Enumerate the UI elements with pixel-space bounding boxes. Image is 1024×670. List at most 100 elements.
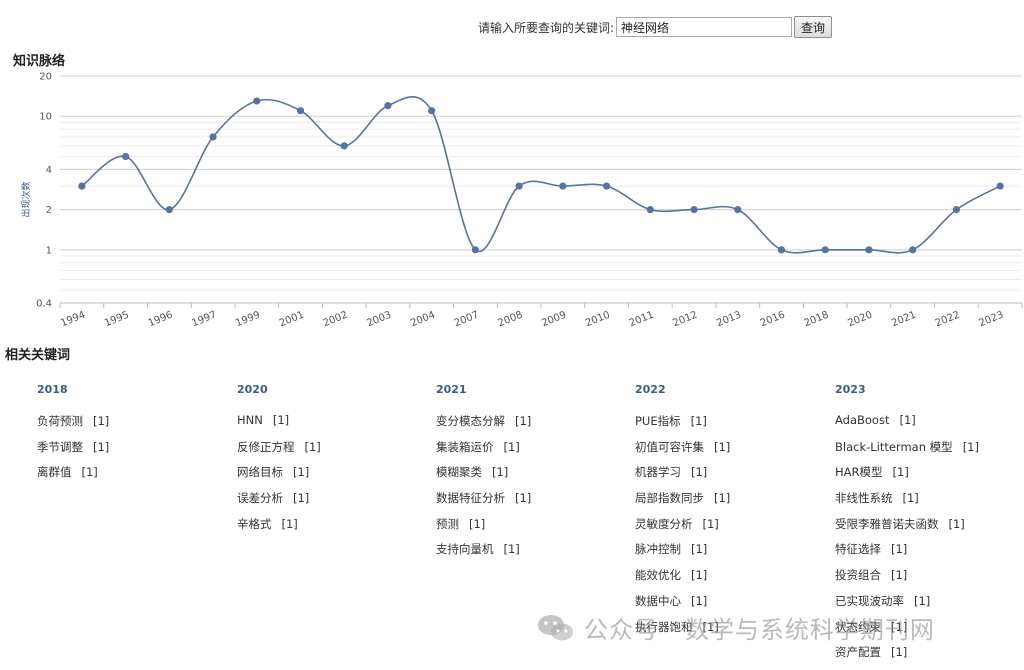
data-point[interactable]	[428, 107, 436, 115]
keyword-term: 辛格式	[237, 516, 272, 531]
data-point[interactable]	[515, 182, 523, 190]
keyword-item[interactable]: 变分模态分解 [1]	[436, 413, 626, 439]
data-point[interactable]	[777, 246, 786, 254]
related-section-title: 相关关键词	[5, 348, 71, 363]
search-label: 请输入所要查询的关键词:	[478, 20, 615, 35]
keyword-term: 特征选择	[835, 542, 881, 557]
keyword-item[interactable]: 反修正方程 [1]	[237, 439, 427, 465]
keyword-year-heading: 2018	[37, 383, 68, 396]
keyword-item[interactable]: HNN [1]	[237, 413, 427, 439]
keyword-item[interactable]: 预测 [1]	[436, 516, 626, 542]
data-point[interactable]	[296, 107, 305, 115]
keyword-column: 2021 变分模态分解 [1] 集装箱运价 [1] 模糊聚类 [1] 数据特征分析 [1] 预测 […	[436, 383, 626, 567]
keyword-count: [1]	[914, 593, 931, 608]
data-point[interactable]	[384, 102, 392, 110]
keyword-item[interactable]: 辛格式 [1]	[237, 516, 427, 542]
keyword-item[interactable]: 误差分析 [1]	[237, 490, 427, 516]
keyword-term: 数据中心	[635, 593, 681, 608]
data-point[interactable]	[602, 182, 611, 190]
data-point[interactable]	[952, 206, 961, 214]
keyword-item[interactable]: 负荷预测 [1]	[37, 413, 227, 439]
x-tick-label: 2007	[453, 310, 481, 330]
keyword-item[interactable]: PUE指标 [1]	[635, 413, 825, 439]
data-point[interactable]	[209, 133, 217, 141]
keyword-item[interactable]: 季节调整 [1]	[37, 439, 227, 465]
data-point[interactable]	[340, 142, 348, 150]
keyword-item[interactable]: 数据特征分析 [1]	[436, 490, 626, 516]
keyword-year-heading: 2021	[436, 383, 467, 396]
search-bar: 请输入所要查询的关键词: 查询	[478, 16, 833, 38]
y-tick-label: 1	[46, 245, 52, 256]
data-point[interactable]	[865, 246, 873, 254]
data-point[interactable]	[559, 182, 567, 190]
x-tick-label: 2001	[278, 310, 306, 330]
keyword-count: [1]	[891, 542, 908, 557]
keyword-term: 反修正方程	[237, 439, 295, 454]
data-point[interactable]	[471, 246, 480, 254]
keyword-term: 初值可容许集	[635, 439, 704, 454]
keyword-item[interactable]: AdaBoost [1]	[835, 413, 1024, 439]
data-point[interactable]	[996, 182, 1004, 190]
series-line	[81, 96, 1001, 254]
x-tick-label: 2018	[803, 310, 831, 330]
keyword-item[interactable]: 机器学习 [1]	[635, 464, 825, 490]
data-point[interactable]	[646, 206, 654, 214]
keyword-item[interactable]: 受限李雅普诺夫函数 [1]	[835, 516, 1024, 542]
keyword-item[interactable]: 脉冲控制 [1]	[635, 541, 825, 567]
keyword-item[interactable]: 特征选择 [1]	[835, 541, 1024, 567]
keyword-item[interactable]: 支持向量机 [1]	[436, 541, 626, 567]
data-point[interactable]	[821, 246, 829, 254]
keyword-item[interactable]: 集装箱运价 [1]	[436, 439, 626, 465]
keyword-count: [1]	[492, 465, 509, 480]
x-axis-ticks: 1994 1995 1996 1997 1999 2001 2002 2003 2004 2007…	[59, 303, 1023, 330]
keyword-item[interactable]: 资产配置 [1]	[835, 644, 1024, 670]
x-tick-label: 2012	[671, 310, 699, 330]
data-point[interactable]	[690, 206, 698, 214]
x-tick-label: 2021	[890, 310, 918, 330]
data-point[interactable]	[165, 206, 173, 214]
keyword-count: [1]	[892, 465, 909, 480]
keyword-term: 局部指数同步	[635, 491, 704, 506]
x-tick-label: 2011	[628, 310, 656, 330]
keyword-count: [1]	[515, 414, 532, 428]
y-tick-label: 10	[39, 112, 52, 123]
keyword-term: 季节调整	[37, 439, 83, 454]
keyword-count: [1]	[81, 465, 98, 480]
y-tick-label: 0.4	[36, 299, 52, 310]
data-point[interactable]	[909, 246, 917, 254]
keyword-item[interactable]: 非线性系统 [1]	[835, 490, 1024, 516]
keyword-term: 能效优化	[635, 568, 681, 583]
keyword-count: [1]	[515, 491, 532, 506]
data-point[interactable]	[734, 206, 742, 214]
x-tick-label: 2023	[978, 310, 1006, 330]
y-axis-ticks: 0.4 1 2 4 10 20	[36, 72, 52, 310]
keyword-item[interactable]: Black-Litterman 模型 [1]	[835, 439, 1024, 465]
search-button[interactable]: 查询	[794, 16, 833, 38]
keyword-item[interactable]: 灵敏度分析 [1]	[635, 516, 825, 542]
keyword-year-heading: 2023	[835, 383, 866, 396]
keyword-item[interactable]: 初值可容许集 [1]	[635, 439, 825, 465]
data-points	[78, 97, 1004, 254]
keyword-year-heading: 2022	[635, 383, 666, 396]
keyword-item[interactable]: 投资组合 [1]	[835, 567, 1024, 593]
keyword-item[interactable]: 离群值 [1]	[37, 464, 227, 490]
keyword-count: [1]	[691, 465, 708, 480]
data-point[interactable]	[78, 182, 86, 190]
keyword-term: 已实现波动率	[835, 593, 904, 608]
keyword-item[interactable]: 网络目标 [1]	[237, 464, 427, 490]
keyword-item[interactable]: 能效优化 [1]	[635, 567, 825, 593]
keyword-column: 2018 负荷预测 [1] 季节调整 [1] 离群值 [1]	[37, 383, 227, 490]
keyword-count: [1]	[503, 439, 520, 454]
search-input[interactable]	[616, 17, 793, 37]
keyword-item[interactable]: HAR模型 [1]	[835, 464, 1024, 490]
y-tick-label: 2	[46, 205, 52, 216]
keyword-year-heading: 2020	[237, 383, 268, 396]
keyword-count: [1]	[690, 414, 707, 428]
keyword-item[interactable]: 模糊聚类 [1]	[436, 464, 626, 490]
x-tick-label: 1997	[190, 310, 218, 330]
data-point[interactable]	[253, 97, 261, 105]
keyword-item[interactable]: 局部指数同步 [1]	[635, 490, 825, 516]
keyword-term: 受限李雅普诺夫函数	[835, 516, 939, 531]
keyword-count: [1]	[891, 568, 908, 583]
data-point[interactable]	[121, 152, 130, 161]
